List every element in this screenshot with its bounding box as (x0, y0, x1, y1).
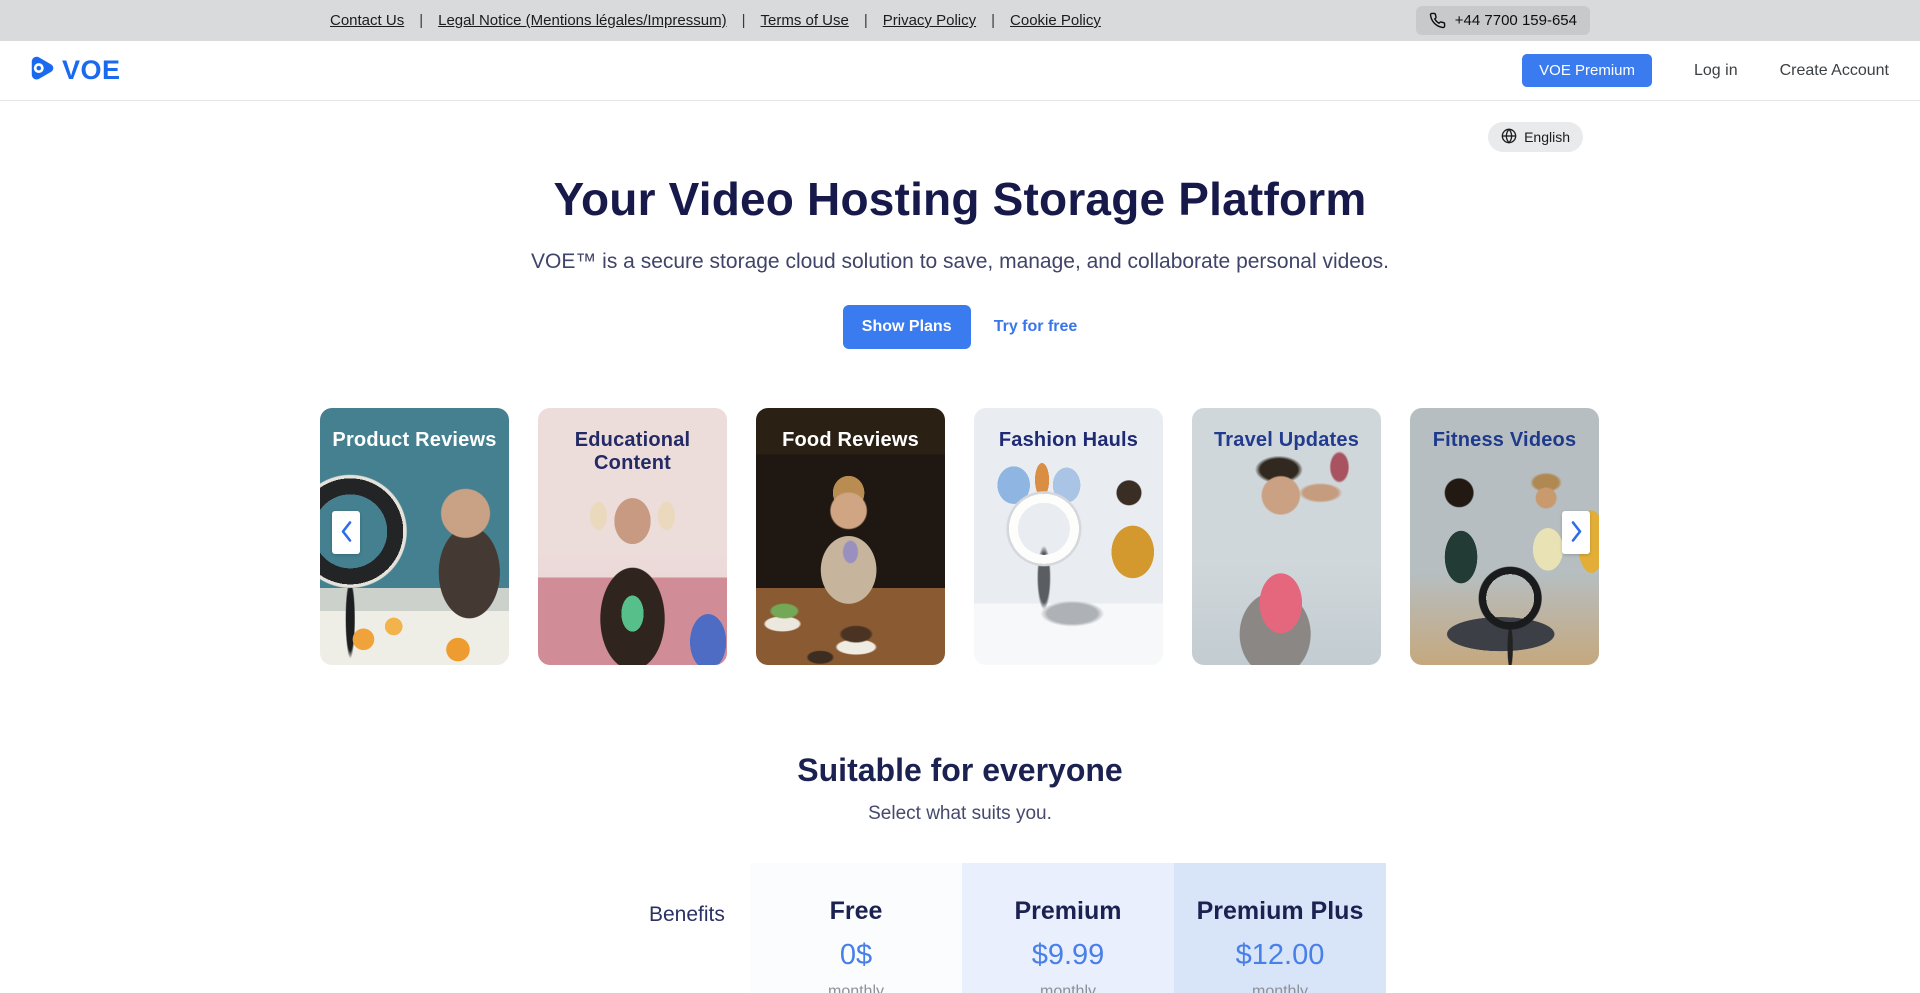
plan-period: monthly (962, 983, 1174, 993)
show-plans-button[interactable]: Show Plans (843, 305, 971, 349)
phone-number-badge[interactable]: +44 7700 159-654 (1416, 6, 1590, 35)
topbar-link-contact-us[interactable]: Contact Us (330, 12, 404, 29)
card-label: Food Reviews (756, 429, 945, 452)
category-carousel: Product Reviews Educational Content Food… (320, 408, 1600, 665)
utility-topbar: Contact Us | Legal Notice (Mentions léga… (0, 0, 1920, 41)
plan-name: Premium Plus (1174, 897, 1386, 926)
topbar-link-privacy-policy[interactable]: Privacy Policy (883, 12, 976, 29)
page-title: Your Video Hosting Storage Platform (320, 175, 1600, 223)
plan-column-premium-plus[interactable]: Premium Plus $12.00 monthly (1174, 863, 1386, 993)
phone-icon (1429, 12, 1446, 29)
topbar-separator: | (742, 12, 746, 29)
topbar-separator: | (864, 12, 868, 29)
card-educational-content[interactable]: Educational Content (538, 408, 727, 665)
card-label: Travel Updates (1192, 429, 1381, 452)
pricing-heading: Suitable for everyone (320, 752, 1600, 789)
legal-links-nav: Contact Us | Legal Notice (Mentions léga… (330, 12, 1101, 29)
card-food-reviews[interactable]: Food Reviews (756, 408, 945, 665)
page-subtitle: VOE™ is a secure storage cloud solution … (320, 250, 1600, 274)
login-link[interactable]: Log in (1694, 62, 1738, 80)
voe-logo[interactable]: VOE (28, 54, 121, 87)
card-travel-updates[interactable]: Travel Updates (1192, 408, 1381, 665)
try-for-free-link[interactable]: Try for free (994, 318, 1078, 336)
globe-icon (1501, 128, 1517, 147)
pricing-subheading: Select what suits you. (320, 803, 1600, 825)
brand-name: VOE (62, 55, 121, 86)
carousel-next-button[interactable] (1562, 511, 1590, 554)
topbar-link-cookie-policy[interactable]: Cookie Policy (1010, 12, 1101, 29)
topbar-separator: | (419, 12, 423, 29)
hero-section: English Your Video Hosting Storage Platf… (320, 101, 1600, 993)
voe-premium-button[interactable]: VOE Premium (1522, 54, 1652, 87)
chevron-left-icon (339, 519, 354, 547)
plan-period: monthly (750, 983, 962, 993)
language-label: English (1524, 129, 1570, 145)
card-label: Educational Content (538, 429, 727, 475)
carousel-prev-button[interactable] (332, 511, 360, 554)
plan-price: $12.00 (1174, 939, 1386, 972)
main-header: VOE VOE Premium Log in Create Account (0, 41, 1920, 101)
benefits-column-label: Benefits (649, 863, 750, 993)
voe-logo-icon (28, 54, 56, 87)
topbar-link-legal-notice[interactable]: Legal Notice (Mentions légales/Impressum… (438, 12, 726, 29)
topbar-separator: | (991, 12, 995, 29)
plan-period: monthly (1174, 983, 1386, 993)
card-label: Fitness Videos (1410, 429, 1599, 452)
chevron-right-icon (1569, 519, 1584, 547)
pricing-table: Benefits Free 0$ monthly Premium $9.99 m… (649, 863, 1600, 993)
plan-column-premium[interactable]: Premium $9.99 monthly (962, 863, 1174, 993)
plan-column-free[interactable]: Free 0$ monthly (750, 863, 962, 993)
plan-name: Free (750, 897, 962, 926)
card-label: Fashion Hauls (974, 429, 1163, 452)
phone-number: +44 7700 159-654 (1455, 12, 1577, 29)
topbar-link-terms-of-use[interactable]: Terms of Use (760, 12, 848, 29)
create-account-link[interactable]: Create Account (1780, 62, 1889, 80)
plan-price: 0$ (750, 939, 962, 972)
plan-name: Premium (962, 897, 1174, 926)
card-label: Product Reviews (320, 429, 509, 452)
card-fashion-hauls[interactable]: Fashion Hauls (974, 408, 1163, 665)
plan-price: $9.99 (962, 939, 1174, 972)
language-selector[interactable]: English (1488, 122, 1583, 152)
